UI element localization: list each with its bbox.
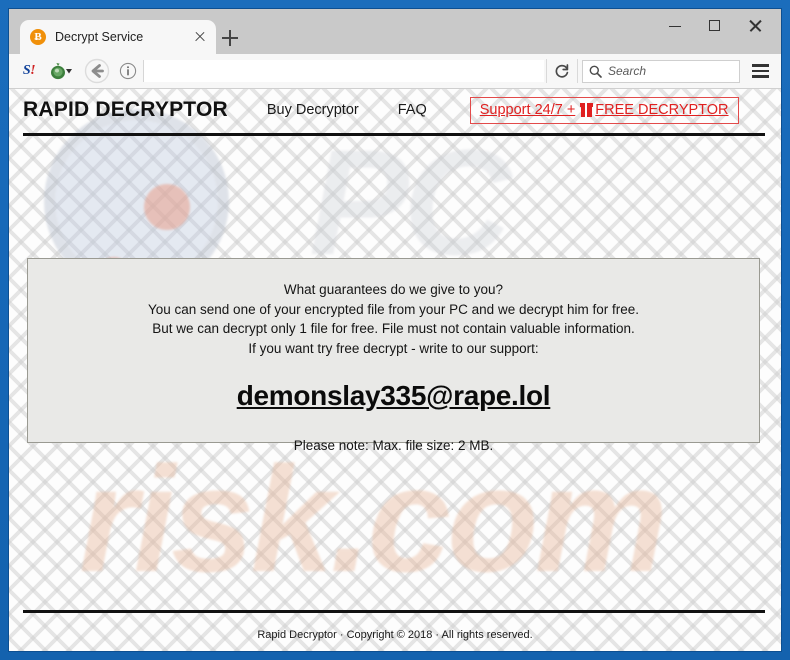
address-bar[interactable] <box>143 60 544 82</box>
max-file-size-note: Please note: Max. file size: 2 MB. <box>293 438 494 453</box>
gift-icon <box>580 102 594 117</box>
browser-window: Ƀ Decrypt Service S! Search PC risk.com … <box>9 9 781 651</box>
menu-bar-2 <box>751 69 769 73</box>
watermark-top-text: PC <box>309 118 511 286</box>
page-title: RAPID DECRYPTOR <box>23 98 228 121</box>
watermark-dot-1 <box>144 184 190 230</box>
nav-item-buy-decryptor[interactable]: Buy Decryptor <box>267 102 359 118</box>
search-icon <box>589 65 602 78</box>
title-bar: Ƀ Decrypt Service <box>9 9 781 54</box>
window-controls <box>655 9 775 43</box>
back-arrow-icon[interactable] <box>82 58 112 84</box>
message-line: What guarantees do we give to you? <box>283 282 504 297</box>
support-email-link[interactable]: demonslay335@rape.lol <box>237 380 551 412</box>
support-suffix-label: FREE DECRYPTOR <box>595 101 729 118</box>
search-input[interactable]: Search <box>582 59 740 83</box>
extension-s-letter: S <box>22 63 31 78</box>
browser-toolbar: S! Search <box>9 54 781 89</box>
reload-icon[interactable] <box>546 59 578 83</box>
bitcoin-b-icon: Ƀ <box>30 29 46 45</box>
message-line: You can send one of your encrypted file … <box>147 301 639 317</box>
support-free-decryptor-button[interactable]: Support 24/7 + FREE DECRYPTOR <box>469 96 739 124</box>
close-icon[interactable] <box>191 28 209 46</box>
maximize-icon[interactable] <box>695 11 735 41</box>
hamburger-menu-icon[interactable] <box>744 58 776 84</box>
page-viewport: PC risk.com RAPID DECRYPTOR Buy Decrypto… <box>9 89 781 651</box>
nav-item-faq[interactable]: FAQ <box>398 102 427 118</box>
ransom-message-box: What guarantees do we give to you? You c… <box>27 258 760 453</box>
browser-tab[interactable]: Ƀ Decrypt Service <box>20 20 216 54</box>
close-window-icon[interactable] <box>735 11 775 41</box>
gift-ribbon <box>585 102 588 117</box>
search-extension-icon[interactable]: S! <box>18 58 40 84</box>
footer-copyright: Rapid Decryptor · Copyright © 2018 · All… <box>257 629 533 641</box>
menu-bar-1 <box>751 64 769 67</box>
browser-window-frame: Ƀ Decrypt Service S! Search PC risk.com … <box>0 0 790 660</box>
minimize-icon[interactable] <box>655 11 695 41</box>
new-tab-button[interactable] <box>220 28 240 48</box>
site-navigation: RAPID DECRYPTOR Buy Decryptor FAQ Suppor… <box>9 89 781 131</box>
watermark-bottom-text: risk.com <box>79 435 668 603</box>
header-divider <box>23 133 765 136</box>
menu-bar-3 <box>751 75 769 78</box>
extension-s-bang: ! <box>30 63 36 78</box>
footer-divider <box>23 610 765 613</box>
message-line: But we can decrypt only 1 file for free.… <box>152 321 635 336</box>
support-prefix-label: Support 24/7 + <box>479 101 576 118</box>
tab-title: Decrypt Service <box>55 30 144 44</box>
onion-icon[interactable] <box>46 58 76 84</box>
page-info-icon[interactable] <box>115 58 141 84</box>
search-placeholder: Search <box>608 64 647 78</box>
message-line: If you want try free decrypt - write to … <box>248 340 539 356</box>
